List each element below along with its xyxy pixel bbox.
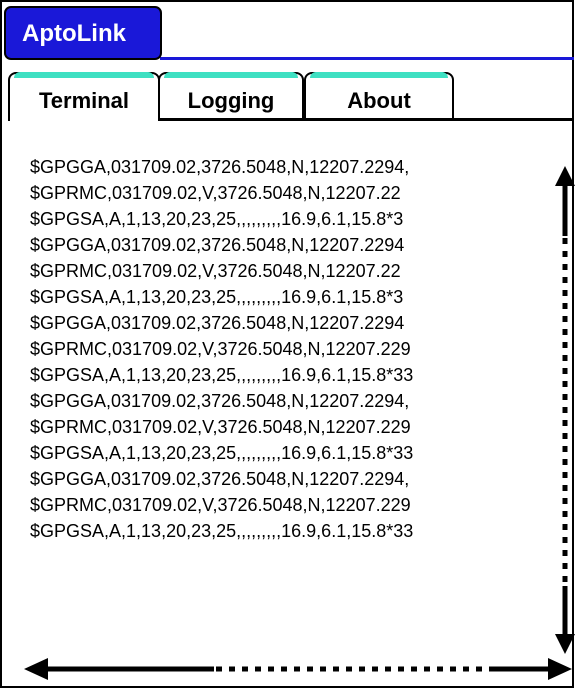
terminal-line: $GPGSA,A,1,13,20,23,25,,,,,,,,,16.9,6.1,…: [30, 521, 414, 541]
terminal-line: $GPGSA,A,1,13,20,23,25,,,,,,,,,16.9,6.1,…: [30, 287, 404, 307]
terminal-line: $GPGSA,A,1,13,20,23,25,,,,,,,,,16.9,6.1,…: [30, 365, 414, 385]
scroll-right-arrow-icon: [548, 658, 572, 680]
tab-logging-label: Logging: [187, 88, 275, 113]
tab-terminal[interactable]: Terminal: [8, 72, 160, 120]
terminal-line: $GPGSA,A,1,13,20,23,25,,,,,,,,,16.9,6.1,…: [30, 209, 404, 229]
terminal-output: $GPGGA,031709.02,3726.5048,N,12207.2294,…: [30, 154, 550, 594]
tab-terminal-label: Terminal: [38, 88, 130, 113]
terminal-line: $GPGGA,031709.02,3726.5048,N,12207.2294,: [30, 391, 410, 411]
terminal-line: $GPRMC,031709.02,V,3726.5048,N,12207.229: [30, 417, 411, 437]
terminal-line: $GPRMC,031709.02,V,3726.5048,N,12207.22: [30, 183, 401, 203]
scroll-down-arrow-icon: [555, 634, 575, 654]
vertical-scrollbar[interactable]: [553, 166, 577, 654]
horizontal-scrollbar[interactable]: [24, 654, 572, 684]
header-divider: [160, 57, 574, 60]
tab-logging[interactable]: Logging: [158, 72, 304, 120]
active-tab-gap: [10, 118, 158, 122]
terminal-line: $GPRMC,031709.02,V,3726.5048,N,12207.229: [30, 495, 411, 515]
terminal-line: $GPGGA,031709.02,3726.5048,N,12207.2294: [30, 313, 405, 333]
scroll-up-arrow-icon: [555, 166, 575, 186]
app-title: AptoLink: [22, 20, 126, 47]
tab-about[interactable]: About: [304, 72, 454, 120]
terminal-line: $GPGGA,031709.02,3726.5048,N,12207.2294: [30, 235, 405, 255]
terminal-line: $GPGGA,031709.02,3726.5048,N,12207.2294,: [30, 469, 410, 489]
terminal-line: $GPGSA,A,1,13,20,23,25,,,,,,,,,16.9,6.1,…: [30, 443, 414, 463]
tab-about-label: About: [347, 88, 411, 113]
terminal-line: $GPRMC,031709.02,V,3726.5048,N,12207.229: [30, 339, 411, 359]
terminal-line: $GPRMC,031709.02,V,3726.5048,N,12207.22: [30, 261, 401, 281]
app-header: AptoLink: [4, 6, 162, 60]
terminal-line: $GPGGA,031709.02,3726.5048,N,12207.2294,: [30, 157, 410, 177]
